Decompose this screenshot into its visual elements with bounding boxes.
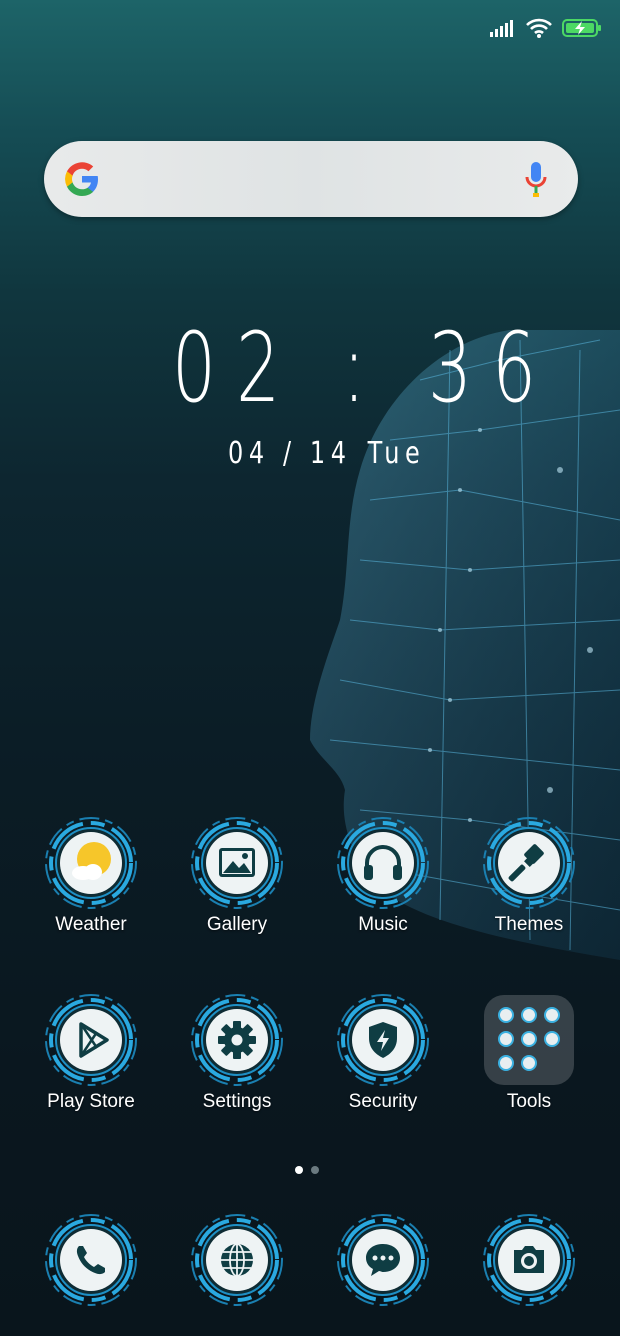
folder-mini-icon	[498, 1007, 514, 1023]
phone-icon	[44, 1213, 138, 1307]
page-dot[interactable]	[311, 1166, 319, 1174]
folder-tools[interactable]: Tools	[456, 992, 602, 1113]
app-weather[interactable]: Weather	[18, 815, 164, 936]
app-label: Themes	[494, 914, 564, 935]
app-security[interactable]: Security	[310, 992, 456, 1113]
wifi-icon	[526, 18, 552, 38]
folder-mini-icon	[498, 1031, 514, 1047]
page-indicator	[295, 1161, 327, 1179]
gallery-icon	[190, 816, 284, 910]
folder-mini-icon	[521, 1007, 537, 1023]
status-bar	[490, 14, 602, 42]
folder-mini-icon	[498, 1055, 514, 1071]
messages-icon	[336, 1213, 430, 1307]
app-settings[interactable]: Settings	[164, 992, 310, 1113]
app-play-store[interactable]: Play Store	[18, 992, 164, 1113]
gear-icon	[190, 993, 284, 1087]
app-label: Weather	[55, 914, 127, 935]
folder-icon	[484, 995, 574, 1085]
dock-browser[interactable]	[164, 1212, 310, 1308]
dock-messages[interactable]	[310, 1212, 456, 1308]
microphone-icon[interactable]	[524, 161, 548, 199]
battery-charging-icon	[562, 19, 601, 37]
headphones-icon	[336, 816, 430, 910]
google-logo-icon	[65, 162, 98, 196]
page-dot-active[interactable]	[295, 1166, 303, 1174]
google-search-bar[interactable]	[44, 141, 578, 217]
play-store-icon	[44, 993, 138, 1087]
shield-icon	[336, 993, 430, 1087]
dock-camera[interactable]	[456, 1212, 602, 1308]
paintbrush-icon	[482, 816, 576, 910]
dock-phone[interactable]	[18, 1212, 164, 1308]
day-of-week: Tue	[367, 436, 426, 471]
app-label: Music	[358, 914, 408, 935]
folder-mini-icon	[544, 1007, 560, 1023]
app-label: Gallery	[206, 914, 268, 935]
folder-mini-icon	[521, 1055, 537, 1071]
app-label: Play Store	[47, 1091, 135, 1112]
app-label: Tools	[506, 1091, 552, 1112]
date-text: 04 / 14	[228, 436, 352, 471]
signal-icon	[490, 20, 513, 37]
weather-icon	[44, 816, 138, 910]
app-gallery[interactable]: Gallery	[164, 815, 310, 936]
browser-globe-icon	[190, 1213, 284, 1307]
app-label: Settings	[202, 1091, 272, 1112]
app-music[interactable]: Music	[310, 815, 456, 936]
folder-mini-icon	[521, 1031, 537, 1047]
clock-time[interactable]: 02 : 36	[172, 318, 556, 418]
clock-date: 04 / 14 Tue	[228, 436, 425, 471]
app-themes[interactable]: Themes	[456, 815, 602, 936]
app-label: Security	[348, 1091, 418, 1112]
camera-icon	[482, 1213, 576, 1307]
folder-mini-icon	[544, 1031, 560, 1047]
